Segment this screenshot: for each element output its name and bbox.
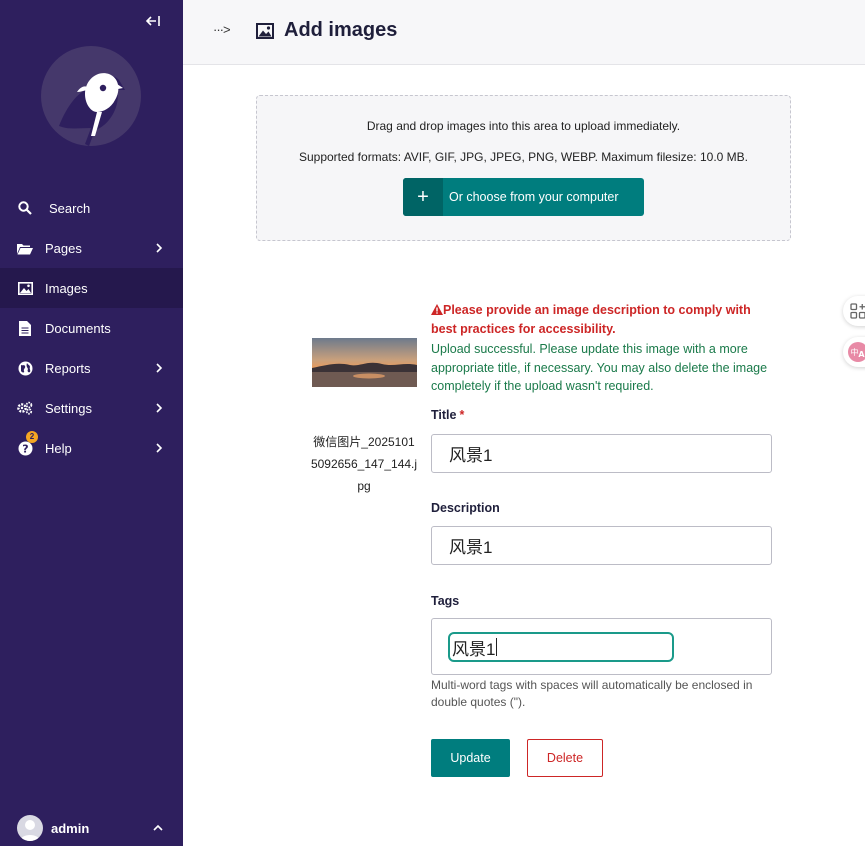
page-title-text: Add images <box>284 19 398 41</box>
choose-file-button[interactable]: + Or choose from your computer <box>403 178 644 216</box>
warning-text: Please provide an image description to c… <box>431 303 751 336</box>
apps-grid-icon <box>850 303 865 319</box>
collapse-sidebar-button[interactable] <box>144 14 162 32</box>
text-cursor <box>496 638 498 656</box>
breadcrumb-toggle[interactable]: ···> <box>213 22 231 37</box>
image-icon <box>17 280 33 296</box>
update-button[interactable]: Update <box>431 739 510 777</box>
sidebar-item-label: Images <box>45 280 88 296</box>
translate-widget[interactable]: 中A <box>843 337 865 367</box>
sidebar-item-help[interactable]: ? 2 Help <box>0 428 183 468</box>
upload-success-message: Upload successful. Please update this im… <box>431 342 768 393</box>
chevron-right-icon <box>156 243 163 253</box>
search-icon <box>17 200 33 216</box>
image-icon <box>256 22 274 39</box>
chevron-right-icon <box>156 443 163 453</box>
account-name: admin <box>51 820 90 836</box>
main-menu: Search Pages Images Documents Reports Se… <box>0 188 183 468</box>
accessibility-warning: Please provide an image description to c… <box>431 301 771 339</box>
globe-icon <box>17 360 33 376</box>
translate-icon: 中A <box>848 342 865 362</box>
svg-text:?: ? <box>22 442 28 455</box>
sidebar-item-label: Help <box>45 440 72 456</box>
title-label-text: Title <box>431 408 457 422</box>
document-icon <box>17 320 33 336</box>
delete-button[interactable]: Delete <box>527 739 603 777</box>
sidebar-item-images[interactable]: Images <box>0 268 183 308</box>
svg-text:中: 中 <box>851 347 859 357</box>
svg-text:A: A <box>858 350 865 359</box>
warning-icon <box>431 304 443 315</box>
upload-dropzone[interactable]: Drag and drop images into this area to u… <box>256 95 791 241</box>
uploaded-filename: 微信图片_20251015092656_147_144.jpg <box>310 435 418 493</box>
page-header: ···> Add images <box>183 0 865 65</box>
sidebar-item-label: Pages <box>45 240 82 256</box>
chevron-right-icon <box>156 403 163 413</box>
sidebar-item-label: Documents <box>45 320 111 336</box>
dropzone-instructions: Drag and drop images into this area to u… <box>366 119 681 133</box>
choose-file-label: Or choose from your computer <box>449 190 619 204</box>
sidebar-item-label: Reports <box>45 360 91 376</box>
sidebar-item-label: Settings <box>45 400 92 416</box>
tags-input-value: 风景1 <box>452 639 496 659</box>
sidebar-item-pages[interactable]: Pages <box>0 228 183 268</box>
title-input[interactable]: 风景1 <box>431 434 772 473</box>
tags-input[interactable]: 风景1 <box>448 632 674 662</box>
description-input[interactable]: 风景1 <box>431 526 772 565</box>
sidebar-item-search[interactable]: Search <box>0 188 183 228</box>
tags-label: Tags <box>431 594 460 608</box>
sidebar: Search Pages Images Documents Reports Se… <box>0 0 183 846</box>
wagtail-logo[interactable] <box>39 46 143 150</box>
folder-open-icon <box>17 240 33 256</box>
plus-icon: + <box>403 178 443 216</box>
page-title: Add images <box>256 19 397 42</box>
account-menu[interactable]: admin <box>17 815 167 841</box>
avatar <box>17 815 43 841</box>
sidebar-item-reports[interactable]: Reports <box>0 348 183 388</box>
chevron-up-icon <box>153 824 163 831</box>
wagtail-bird-logo <box>41 46 141 146</box>
notification-badge: 2 <box>26 431 38 443</box>
tags-help-text: Multi-word tags with spaces will automat… <box>431 678 753 709</box>
tags-field[interactable]: 风景1 <box>431 618 772 675</box>
apps-widget[interactable] <box>843 296 865 326</box>
title-label: Title * <box>431 408 464 422</box>
supported-formats: Supported formats: AVIF, GIF, JPG, JPEG,… <box>298 150 749 164</box>
sidebar-item-documents[interactable]: Documents <box>0 308 183 348</box>
image-thumbnail <box>312 338 417 387</box>
sidebar-item-label: Search <box>49 200 91 216</box>
cogs-icon <box>17 400 33 416</box>
sidebar-item-settings[interactable]: Settings <box>0 388 183 428</box>
chevron-right-icon <box>156 363 163 373</box>
collapse-left-icon <box>145 16 160 26</box>
required-marker: * <box>459 408 465 422</box>
description-label: Description <box>431 501 500 515</box>
